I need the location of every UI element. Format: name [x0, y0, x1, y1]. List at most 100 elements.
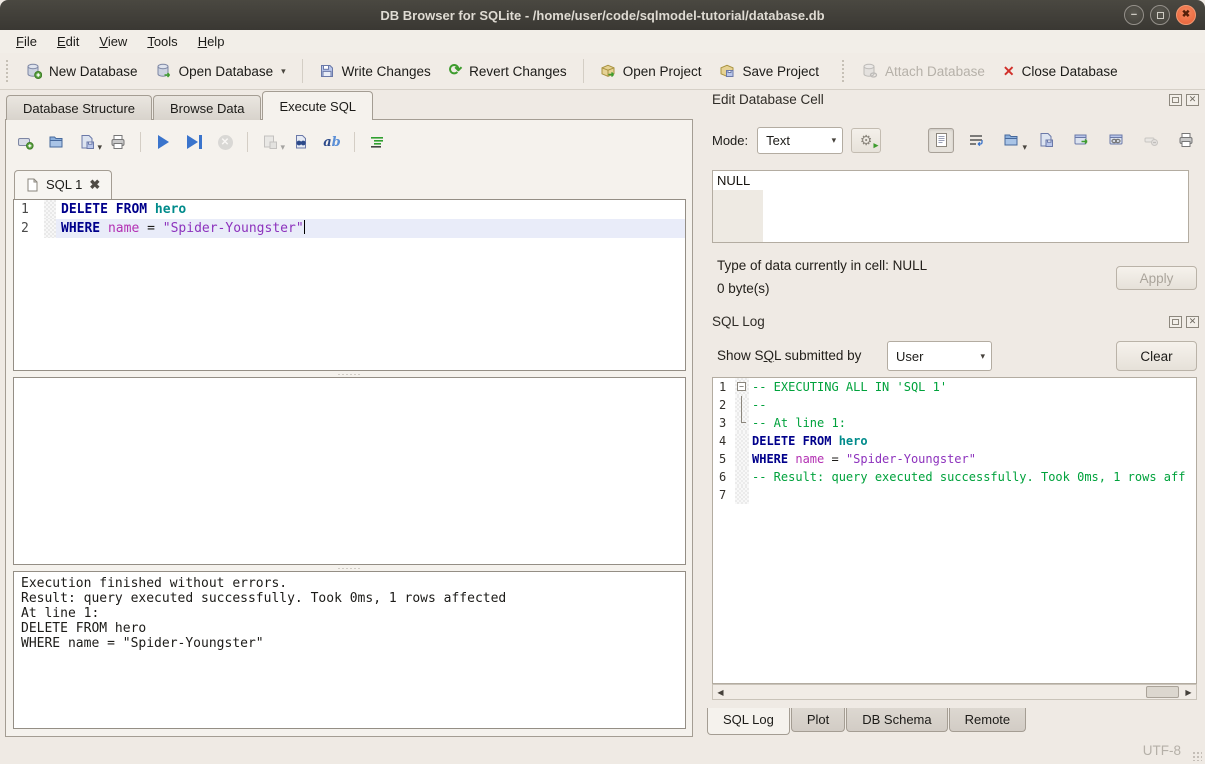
fold-margin: −: [735, 378, 749, 396]
import-dropdown-icon[interactable]: ▾: [1022, 142, 1027, 155]
find-button[interactable]: [288, 130, 314, 154]
link-button[interactable]: [1103, 128, 1129, 153]
word-wrap-button[interactable]: [963, 128, 989, 153]
float-dock-button[interactable]: [1169, 94, 1182, 106]
fold-collapse-icon[interactable]: −: [737, 382, 746, 391]
word-wrap-icon: [968, 132, 984, 148]
save-project-button[interactable]: Save Project: [710, 59, 828, 83]
cell-editor-gutter: [713, 190, 763, 242]
close-database-button[interactable]: ✕ Close Database: [994, 60, 1127, 83]
scrollbar-thumb[interactable]: [1146, 686, 1179, 698]
dock-tab-plot[interactable]: Plot: [791, 708, 845, 732]
float-dock-button[interactable]: [1169, 316, 1182, 328]
save-results-dropdown-icon[interactable]: ▾: [280, 142, 285, 155]
clear-log-button[interactable]: Clear: [1116, 341, 1197, 371]
menu-file[interactable]: File: [6, 31, 47, 52]
cell-value-editor[interactable]: NULL: [712, 170, 1189, 243]
sql-log-horizontal-scrollbar[interactable]: ◀ ▶: [712, 684, 1197, 700]
print-cell-button[interactable]: [1173, 128, 1199, 153]
maximize-button[interactable]: [1150, 5, 1170, 25]
format-sql-button[interactable]: [364, 130, 390, 154]
log-line-number: 2: [713, 396, 735, 414]
save-sql-dropdown-icon[interactable]: ▾: [97, 142, 102, 155]
find-icon: [293, 134, 309, 150]
sql-log-filter-combobox[interactable]: User ▾: [887, 341, 992, 371]
open-in-external-button[interactable]: [1068, 128, 1094, 153]
close-dock-button[interactable]: ✕: [1186, 94, 1199, 106]
edit-cell-title: Edit Database Cell: [712, 92, 824, 107]
mode-combobox[interactable]: Text ▾: [757, 127, 843, 154]
open-project-button[interactable]: Open Project: [591, 59, 711, 83]
write-changes-button[interactable]: Write Changes: [310, 59, 440, 83]
scrollbar-track[interactable]: [728, 685, 1181, 699]
menu-edit[interactable]: Edit: [47, 31, 89, 52]
sql-toolbar: ▾ ✕ ▾ ab: [12, 126, 390, 158]
menu-help[interactable]: Help: [188, 31, 235, 52]
close-sql-tab-icon[interactable]: ✖: [89, 178, 100, 191]
toolbar-separator: [583, 59, 584, 83]
set-null-button[interactable]: [1138, 128, 1164, 153]
new-database-button[interactable]: New Database: [17, 59, 147, 83]
dock-tab-sql-log[interactable]: SQL Log: [707, 708, 790, 735]
print-sql-button[interactable]: [105, 130, 131, 154]
fold-margin: [44, 200, 56, 219]
mode-value: Text: [766, 133, 790, 148]
apply-button[interactable]: Apply: [1116, 266, 1197, 290]
message-line: WHERE name = "Spider-Youngster": [21, 636, 678, 651]
tab-browse-data[interactable]: Browse Data: [153, 95, 261, 120]
dock-buttons: ✕: [1169, 316, 1199, 328]
open-database-button[interactable]: Open Database ▾: [147, 59, 295, 83]
open-sql-file-button[interactable]: [43, 130, 69, 154]
close-dock-button[interactable]: ✕: [1186, 316, 1199, 328]
resize-grip[interactable]: [1192, 751, 1202, 761]
toolbar-drag-handle[interactable]: [6, 60, 11, 82]
save-sql-file-button[interactable]: ▾: [74, 130, 100, 154]
revert-changes-button[interactable]: ⟳ Revert Changes: [440, 59, 576, 83]
save-file-icon: [79, 134, 95, 150]
scroll-left-icon[interactable]: ◀: [713, 685, 728, 699]
find-replace-button[interactable]: ab: [319, 130, 345, 154]
maximize-icon: [1157, 12, 1164, 19]
scroll-right-icon[interactable]: ▶: [1181, 685, 1196, 699]
new-tab-icon: [17, 134, 34, 150]
sql-editor[interactable]: 1 DELETE FROM hero 2 WHERE name = "Spide…: [13, 199, 686, 371]
toolbar-drag-handle[interactable]: [842, 60, 847, 82]
execute-current-line-button[interactable]: [181, 130, 207, 154]
close-button[interactable]: ✖: [1176, 5, 1196, 25]
find-replace-icon: ab: [323, 135, 341, 150]
log-line-text: [749, 486, 1196, 504]
menu-view[interactable]: View: [89, 31, 137, 52]
editor-line-current: 2 WHERE name = "Spider-Youngster": [14, 219, 685, 238]
execute-all-button[interactable]: [150, 130, 176, 154]
new-sql-tab-button[interactable]: [12, 130, 38, 154]
text-mode-button[interactable]: [928, 128, 954, 153]
sql-file-tab[interactable]: SQL 1 ✖: [14, 170, 112, 199]
import-cell-data-button[interactable]: ▾: [998, 128, 1024, 153]
sql-string: "Spider-Youngster": [846, 452, 976, 466]
log-line-text: -- At line 1:: [749, 414, 1196, 432]
tab-database-structure[interactable]: Database Structure: [6, 95, 152, 120]
attach-database-button[interactable]: Attach Database: [853, 59, 994, 83]
print-icon: [110, 134, 126, 150]
execute-sql-panel: ▾ ✕ ▾ ab SQL 1 ✖ 1 DELETE FROM hero 2 WH…: [5, 119, 693, 737]
write-changes-icon: [319, 63, 335, 79]
fold-margin: [735, 432, 749, 450]
sql-file-icon: [26, 178, 39, 192]
gear-apply-button[interactable]: ⚙ ▸: [851, 128, 881, 153]
stop-execution-button[interactable]: ✕: [212, 130, 238, 154]
minimize-button[interactable]: −: [1124, 5, 1144, 25]
save-results-button[interactable]: ▾: [257, 130, 283, 154]
sql-field: name: [100, 221, 139, 236]
sql-log-title: SQL Log: [712, 314, 765, 329]
sql-string: "Spider-Youngster": [163, 221, 304, 236]
revert-changes-icon: ⟳: [449, 63, 462, 79]
open-database-dropdown-icon[interactable]: ▾: [281, 66, 286, 79]
dock-close-icon: ✕: [1189, 94, 1197, 105]
menu-tools[interactable]: Tools: [137, 31, 187, 52]
log-line: 7: [713, 486, 1196, 504]
export-cell-data-button[interactable]: [1033, 128, 1059, 153]
tab-execute-sql[interactable]: Execute SQL: [262, 91, 373, 120]
dock-tab-remote[interactable]: Remote: [949, 708, 1027, 732]
log-line-number: 7: [713, 486, 735, 504]
dock-tab-db-schema[interactable]: DB Schema: [846, 708, 947, 732]
